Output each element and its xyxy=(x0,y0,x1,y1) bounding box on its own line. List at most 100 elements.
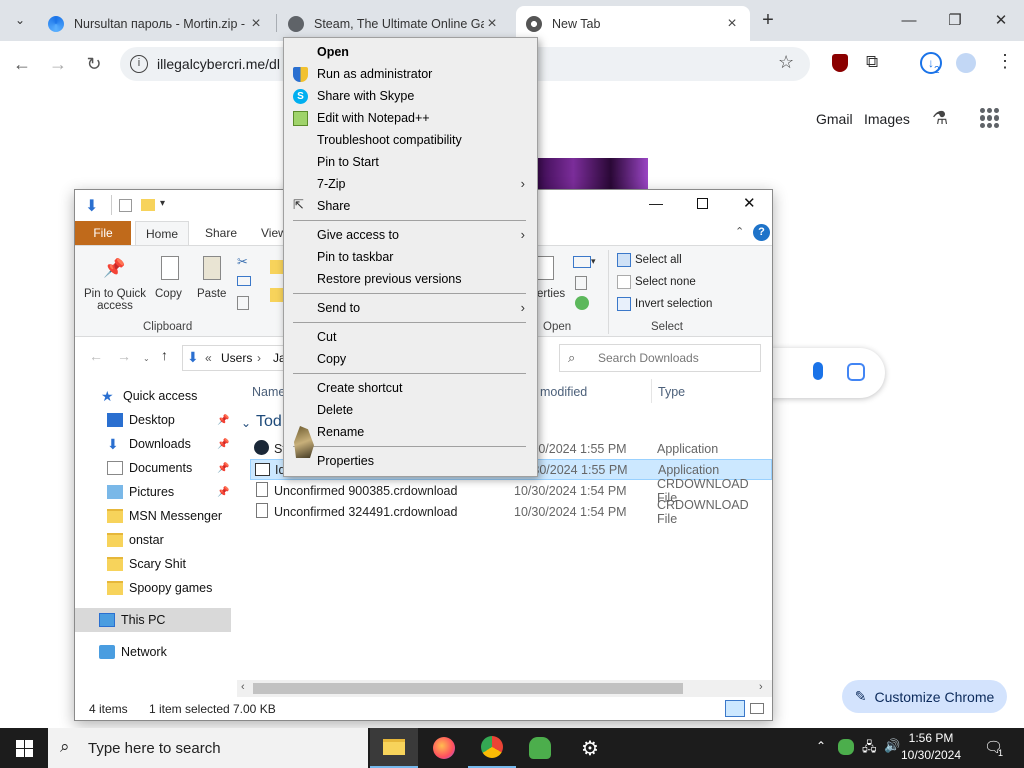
open-icon[interactable] xyxy=(573,256,591,268)
scroll-thumb[interactable] xyxy=(253,683,683,694)
menu-item-troubleshoot-compatibility[interactable]: Troubleshoot compatibility xyxy=(284,129,537,151)
customize-qat-icon[interactable]: ▾ xyxy=(160,198,165,209)
new-folder-quick-icon[interactable] xyxy=(141,199,155,211)
labs-flask-icon[interactable]: ⚗ xyxy=(932,108,948,129)
customize-chrome-button[interactable]: ✎ Customize Chrome xyxy=(842,680,1007,713)
menu-item-cut[interactable]: Cut xyxy=(284,326,537,348)
site-info-icon[interactable]: i xyxy=(130,55,148,73)
menu-item-share[interactable]: ⇱ Share xyxy=(284,195,537,217)
nav-pictures[interactable]: Pictures 📌 xyxy=(107,480,231,504)
restore-button[interactable]: ❐ xyxy=(932,0,978,40)
menu-item-copy[interactable]: Copy xyxy=(284,348,537,370)
explorer-maximize-button[interactable] xyxy=(697,198,708,209)
network-tray-icon[interactable]: 🖧 xyxy=(862,738,877,760)
reload-button[interactable]: ↻ xyxy=(78,48,110,80)
breadcrumb-users[interactable]: Users xyxy=(221,351,252,365)
explorer-forward-icon[interactable]: → xyxy=(117,348,131,364)
extensions-icon[interactable]: ⧉ xyxy=(866,52,878,72)
menu-item-restore-previous-versions[interactable]: Restore previous versions xyxy=(284,268,537,290)
taskbar-search-box[interactable]: ⌕ Type here to search xyxy=(48,728,368,768)
back-button[interactable]: ← xyxy=(6,48,38,80)
nav-this-pc[interactable]: This PC xyxy=(75,608,231,632)
tab-nursultan[interactable]: Nursultan пароль - Mortin.zip - × xyxy=(38,6,274,41)
explorer-address-bar[interactable]: ⬇ « Users › Ja xyxy=(182,345,292,371)
close-window-button[interactable]: ✕ xyxy=(978,0,1024,40)
properties-quick-icon[interactable] xyxy=(119,199,132,212)
tab-home[interactable]: Home xyxy=(135,221,190,245)
move-to-icon[interactable] xyxy=(270,260,284,274)
menu-item-edit-with-notepadpp[interactable]: Edit with Notepad++ xyxy=(284,107,537,129)
invert-selection-button[interactable]: Invert selection xyxy=(617,297,712,311)
menu-item-create-shortcut[interactable]: Create shortcut xyxy=(284,377,537,399)
select-all-button[interactable]: Select all xyxy=(617,253,682,267)
profile-avatar[interactable] xyxy=(956,53,976,73)
menu-item-run-as-administrator[interactable]: Run as administrator xyxy=(284,63,537,85)
menu-item-open[interactable]: Open xyxy=(284,41,537,63)
explorer-minimize-button[interactable]: — xyxy=(649,195,663,211)
large-icons-view-icon[interactable] xyxy=(750,703,764,714)
tab-new-tab[interactable]: New Tab × xyxy=(516,6,750,41)
copy-to-icon[interactable] xyxy=(270,288,284,302)
close-icon[interactable]: × xyxy=(484,15,500,32)
breadcrumb-overflow[interactable]: « xyxy=(205,351,212,365)
select-none-button[interactable]: Select none xyxy=(617,275,696,289)
scroll-right-icon[interactable]: › xyxy=(759,681,763,693)
tab-steam[interactable]: Steam, The Ultimate Online Gam × xyxy=(278,6,510,41)
taskbar-clock[interactable]: 1:56 PM 10/30/2024 xyxy=(896,730,966,766)
up-icon[interactable]: ↑ xyxy=(161,347,168,363)
menu-item-delete[interactable]: Delete xyxy=(284,399,537,421)
recent-locations-icon[interactable]: ⌄ xyxy=(143,354,150,363)
history-icon[interactable] xyxy=(575,296,589,310)
paste-shortcut-icon[interactable] xyxy=(237,296,249,310)
paste-button[interactable]: Paste xyxy=(197,288,226,300)
nav-documents[interactable]: Documents 📌 xyxy=(107,456,231,480)
menu-item-give-access-to[interactable]: Give access to › xyxy=(284,224,537,246)
open-dropdown-icon[interactable]: ▾ xyxy=(591,256,596,267)
lens-icon[interactable] xyxy=(847,363,865,381)
taskbar-buddy[interactable] xyxy=(516,728,564,768)
doodle-image[interactable] xyxy=(536,158,648,190)
menu-item-rename[interactable]: Rename xyxy=(284,421,537,443)
quick-access-download-icon[interactable]: ⬇ xyxy=(85,196,98,216)
edit-icon[interactable] xyxy=(575,276,587,290)
menu-item-send-to[interactable]: Send to › xyxy=(284,297,537,319)
apps-grid-icon[interactable] xyxy=(980,108,1000,128)
menu-item-share-with-skype[interactable]: S Share with Skype xyxy=(284,85,537,107)
menu-item-pin-to-taskbar[interactable]: Pin to taskbar xyxy=(284,246,537,268)
taskbar-file-explorer[interactable] xyxy=(370,728,418,768)
nav-downloads[interactable]: ⬇ Downloads 📌 xyxy=(107,432,231,456)
menu-item-7zip[interactable]: 7-Zip › xyxy=(284,173,537,195)
close-icon[interactable]: × xyxy=(724,15,740,32)
nav-network[interactable]: Network xyxy=(99,640,167,664)
menu-item-pin-to-start[interactable]: Pin to Start xyxy=(284,151,537,173)
new-tab-button[interactable]: + xyxy=(756,8,780,32)
properties-button[interactable]: erties xyxy=(537,288,565,300)
show-hidden-icons[interactable]: ⌃ xyxy=(816,739,826,753)
start-button[interactable] xyxy=(0,728,48,768)
tab-file[interactable]: File xyxy=(75,221,131,245)
voice-search-icon[interactable] xyxy=(813,362,823,380)
forward-button[interactable]: → xyxy=(42,48,74,80)
ribbon-collapse-icon[interactable]: ⌃ xyxy=(735,225,744,238)
tab-share[interactable]: Share xyxy=(195,221,247,245)
close-icon[interactable]: × xyxy=(248,15,264,32)
menu-kebab-icon[interactable]: ⋮ xyxy=(996,51,1014,72)
gmail-link[interactable]: Gmail xyxy=(816,111,853,127)
cut-icon[interactable]: ✂ xyxy=(237,254,248,270)
nav-spoopy-games[interactable]: Spoopy games xyxy=(107,576,212,600)
search-downloads-input[interactable]: ⌕ Search Downloads xyxy=(559,344,761,372)
file-row[interactable]: Unconfirmed 324491.crdownload 10/30/2024… xyxy=(250,498,772,526)
tab-search-icon[interactable]: ⌄ xyxy=(10,10,30,30)
nav-desktop[interactable]: Desktop 📌 xyxy=(107,408,231,432)
explorer-close-button[interactable]: ✕ xyxy=(743,194,756,212)
minimize-button[interactable]: — xyxy=(886,0,932,40)
menu-item-properties[interactable]: Properties xyxy=(284,450,537,472)
nav-scary-shit[interactable]: Scary Shit xyxy=(107,552,186,576)
copy-button[interactable]: Copy xyxy=(155,288,182,300)
copy-path-icon[interactable] xyxy=(237,276,251,286)
nav-onstar[interactable]: onstar xyxy=(107,528,164,552)
taskbar-chrome[interactable] xyxy=(468,728,516,768)
help-icon[interactable]: ? xyxy=(753,224,770,241)
taskbar-firefox[interactable] xyxy=(420,728,468,768)
images-link[interactable]: Images xyxy=(864,111,910,127)
